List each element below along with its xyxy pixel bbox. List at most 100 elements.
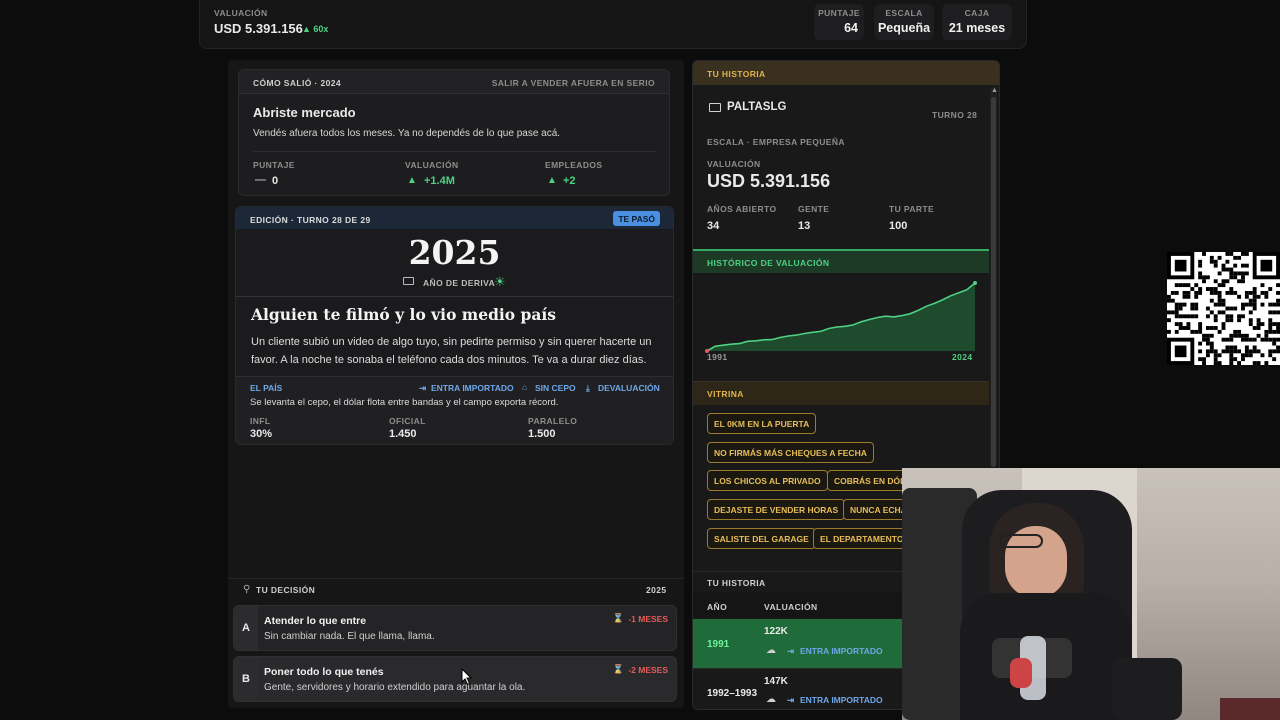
achievement-chip[interactable]: LOS CHICOS AL PRIVADO (707, 470, 828, 491)
achievement-chip[interactable]: DEJASTE DE VENDER HORAS (707, 499, 846, 520)
qr-module (1229, 333, 1234, 338)
qr-module (1241, 263, 1245, 268)
qr-module (1186, 314, 1191, 319)
result-card-title-label: CÓMO SALIÓ · 2024 (253, 78, 342, 88)
achievement-chip[interactable]: EL DEPARTAMENTO (813, 528, 911, 549)
qr-module (1225, 306, 1230, 311)
qr-module (1178, 302, 1183, 307)
valuation-label: VALUACIÓN (214, 8, 268, 18)
qr-module (1209, 326, 1214, 330)
qr-module (1213, 259, 1218, 264)
qr-finder (1174, 259, 1187, 272)
scrollbar-thumb[interactable] (991, 97, 996, 467)
qr-module (1213, 314, 1218, 319)
qr-module (1209, 333, 1214, 338)
metric-employees-label: EMPLEADOS (545, 160, 603, 170)
row-tag: ENTRA IMPORTADO (800, 695, 883, 705)
result-card: CÓMO SALIÓ · 2024 SALIR A VENDER AFUERA … (238, 69, 670, 196)
qr-module (1276, 337, 1280, 342)
qr-module (1225, 349, 1230, 354)
qr-module (1260, 283, 1265, 288)
stat-cash-value: 21 meses (948, 21, 1006, 35)
qr-module (1229, 287, 1234, 291)
qr-module (1276, 345, 1280, 350)
history-panel-title: TU HISTORIA (707, 69, 766, 79)
stat-score: PUNTAJE 64 (814, 4, 864, 40)
qr-module (1205, 341, 1210, 346)
stat-cash: CAJA 21 meses (942, 4, 1012, 40)
qr-module (1221, 279, 1226, 284)
option-letter: A (234, 606, 258, 650)
achievement-chip[interactable]: SALISTE DEL GARAGE (707, 528, 816, 549)
qr-module (1202, 361, 1206, 365)
qr-module (1194, 294, 1199, 299)
qr-module (1244, 345, 1249, 350)
qr-module (1217, 361, 1222, 365)
qr-module (1241, 302, 1245, 307)
qr-module (1237, 314, 1242, 319)
option-cost: -2 MESES (628, 665, 668, 675)
qr-module (1244, 263, 1249, 268)
qr-module (1209, 341, 1214, 346)
chart-x-start: 1991 (707, 352, 728, 362)
qr-module (1252, 290, 1257, 295)
option-title: Atender lo que entre (264, 615, 367, 627)
qr-module (1198, 263, 1203, 268)
qr-module (1225, 252, 1230, 256)
stat-people-label: GENTE (798, 204, 830, 214)
qr-module (1205, 353, 1210, 358)
signpost-icon: ⚲ (243, 584, 251, 595)
qr-module (1260, 322, 1265, 327)
qr-module (1256, 322, 1261, 327)
qr-module (1221, 337, 1226, 342)
qr-module (1241, 357, 1245, 362)
qr-module (1244, 290, 1249, 295)
qr-module (1221, 298, 1226, 303)
cloud-icon: ☁ (766, 645, 776, 656)
qr-module (1182, 326, 1187, 330)
qr-finder (1260, 259, 1273, 272)
qr-module (1225, 318, 1230, 323)
qr-module (1225, 267, 1230, 272)
col-year: AÑO (707, 602, 728, 612)
decision-option-a[interactable]: A Atender lo que entre Sin cambiar nada.… (233, 605, 677, 651)
achievement-chip[interactable]: NO FIRMÁS MÁS CHEQUES A FECHA (707, 442, 874, 463)
qr-module (1256, 333, 1261, 338)
history-valuation-label: VALUACIÓN (707, 159, 761, 169)
indicator-inflation-label: INFL (250, 416, 271, 426)
qr-module (1233, 255, 1238, 260)
qr-module (1213, 279, 1218, 284)
chart-title: HISTÓRICO DE VALUACIÓN (707, 258, 830, 268)
top-status-bar: VALUACIÓN USD 5.391.156 ▲ 60x PUNTAJE 64… (199, 0, 1027, 49)
qr-module (1229, 353, 1234, 358)
qr-module (1209, 310, 1214, 315)
qr-module (1221, 263, 1226, 268)
qr-module (1167, 298, 1171, 303)
qr-module (1252, 326, 1257, 330)
qr-module (1268, 287, 1273, 291)
sun-icon: ☀ (494, 274, 506, 289)
chair-arm (1112, 658, 1182, 720)
qr-module (1178, 283, 1183, 288)
qr-module (1209, 298, 1214, 303)
qr-module (1272, 310, 1277, 315)
qr-module (1272, 341, 1277, 346)
achievement-chip[interactable]: COBRÁS EN DÓL (827, 470, 913, 491)
qr-module (1229, 357, 1234, 362)
qr-module (1268, 310, 1273, 315)
qr-module (1237, 255, 1242, 260)
qr-module (1198, 259, 1203, 264)
qr-module (1202, 252, 1206, 256)
qr-module (1174, 283, 1179, 288)
qr-module (1233, 290, 1238, 295)
achievement-chip[interactable]: EL 0KM EN LA PUERTA (707, 413, 817, 434)
qr-module (1252, 306, 1257, 311)
chart-point (973, 281, 977, 285)
up-arrow-icon: ▲ (407, 175, 417, 186)
qr-module (1241, 252, 1245, 256)
decision-label: TU DECISIÓN (256, 585, 316, 595)
qr-module (1194, 329, 1199, 334)
stat-score-value: 64 (844, 21, 858, 35)
scroll-up-icon[interactable]: ▲ (991, 87, 998, 94)
decision-option-b[interactable]: B Poner todo lo que tenés Gente, servido… (233, 656, 677, 702)
